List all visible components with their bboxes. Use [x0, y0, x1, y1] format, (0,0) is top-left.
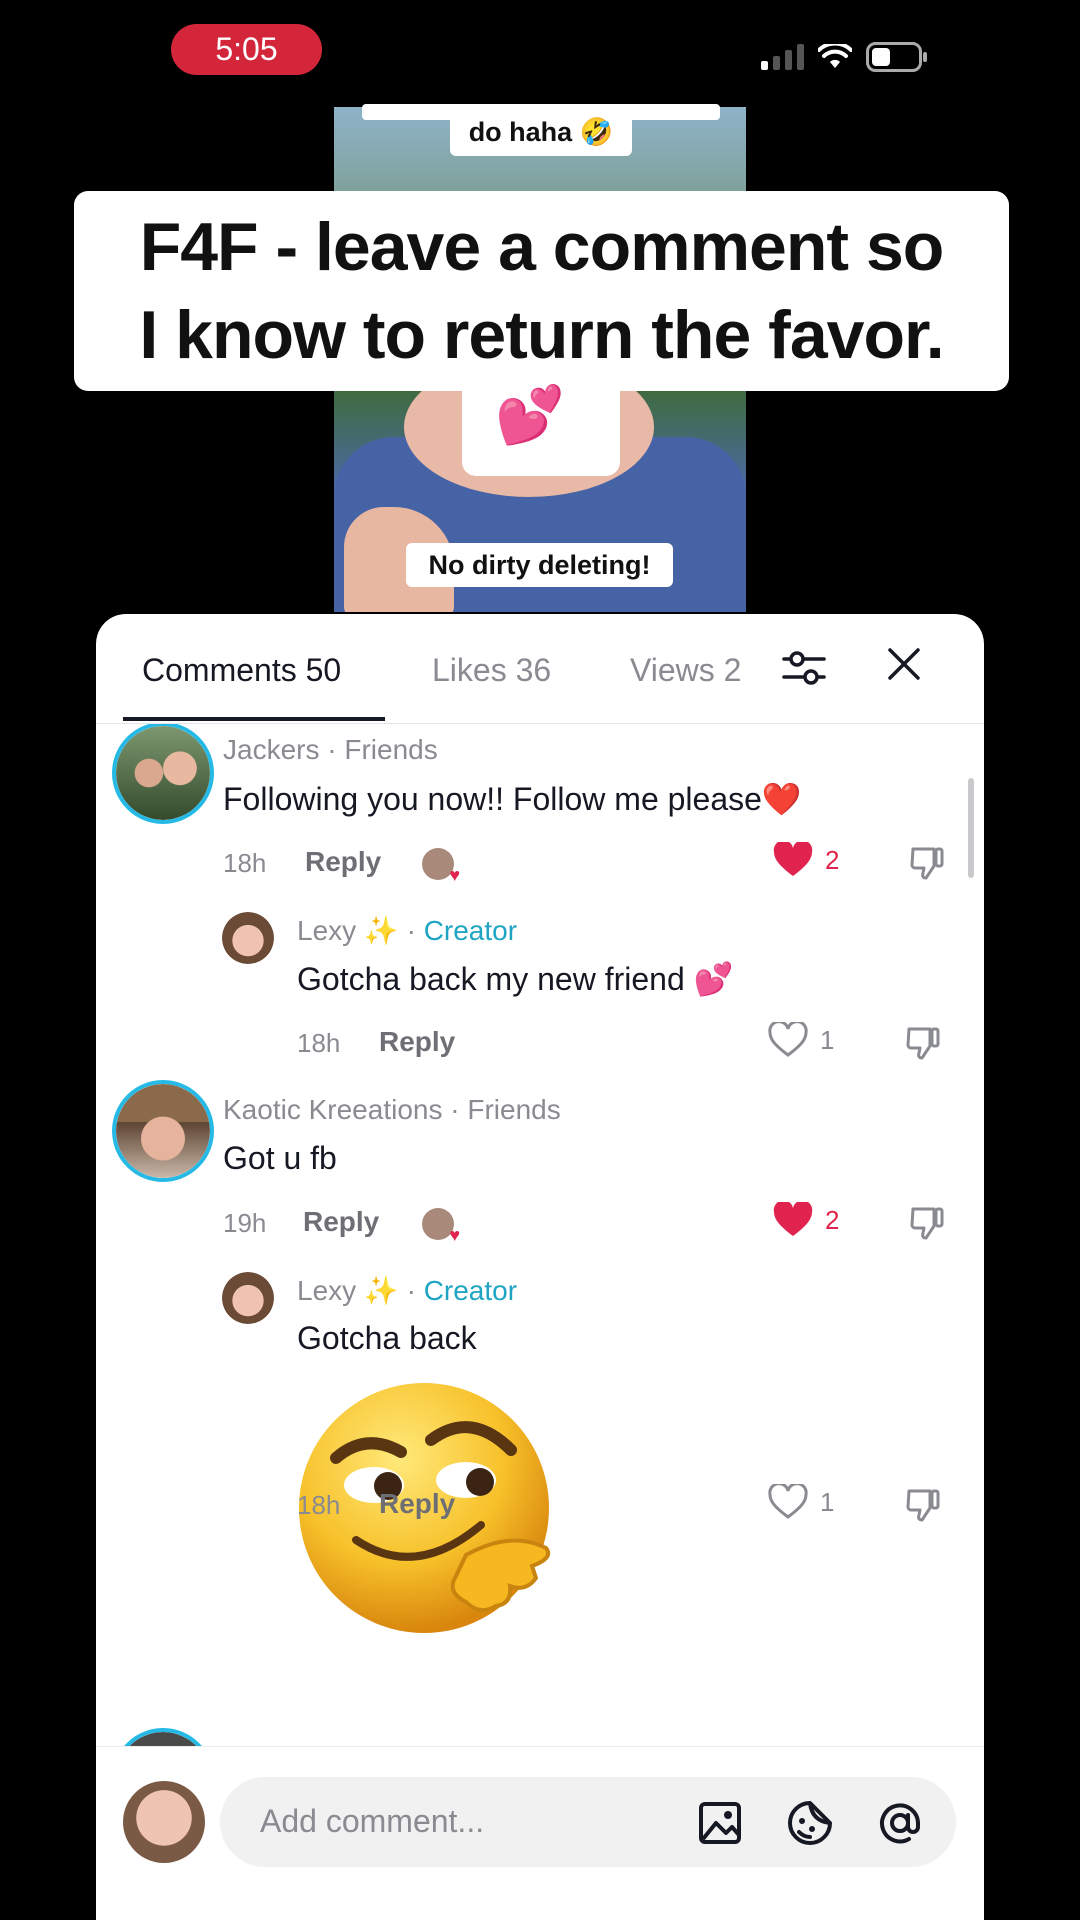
comment-time: 18h [297, 1028, 341, 1058]
dislike-icon[interactable] [908, 1204, 946, 1242]
emoji-sticker-icon[interactable] [786, 1799, 834, 1847]
sliders-icon[interactable] [782, 646, 826, 690]
comment-text: Gotcha back [297, 1320, 477, 1356]
avatar[interactable] [222, 912, 274, 964]
heart-filled-icon [773, 1202, 813, 1236]
comment-author[interactable]: Kaotic Kreeations [223, 1094, 442, 1125]
like-button[interactable]: 2 [773, 842, 839, 878]
comment-meta: Jackers · Friends [223, 734, 438, 765]
heart-icon: ♥ [449, 1225, 460, 1245]
wifi-icon [818, 44, 852, 68]
comment-tag: Friends [467, 1094, 561, 1125]
comment-meta: Kaotic Kreeations · Friends [223, 1094, 561, 1125]
comment-author[interactable]: Jackers [223, 734, 319, 765]
avatar[interactable] [222, 1272, 274, 1324]
tab-comments[interactable]: Comments 50 [142, 652, 341, 689]
heart-icon: ♥ [449, 865, 460, 885]
status-time: 5:05 [171, 24, 322, 75]
reply-button[interactable]: Reply [379, 1488, 455, 1520]
like-count: 2 [825, 1204, 840, 1235]
like-button[interactable]: 2 [773, 1202, 839, 1238]
tab-bar: Comments 50 Likes 36 Views 2 [96, 614, 984, 724]
like-count: 2 [825, 844, 840, 875]
dislike-icon[interactable] [904, 1486, 942, 1524]
status-icons [761, 42, 928, 72]
comments-list: Jackers · Friends Following you now!! Fo… [96, 724, 984, 1746]
video-caption-bottom: No dirty deleting! [406, 543, 673, 587]
heart-outline-icon [768, 1484, 808, 1519]
video-headline-text: F4F - leave a comment so I know to retur… [139, 209, 944, 373]
comment-text: Got u fb [223, 1140, 337, 1176]
avatar[interactable] [112, 724, 214, 824]
comment-time: 19h [223, 1208, 267, 1238]
heart-outline-icon [768, 1022, 808, 1057]
tab-views[interactable]: Views 2 [630, 652, 741, 689]
two-hearts-icon: 💕 [495, 383, 565, 446]
creator-liked-avatar: ♥ [422, 848, 460, 885]
comment-text: Gotcha back my new friend 💕 [297, 961, 734, 997]
comment-author[interactable]: Lexy ✨ [297, 915, 399, 946]
dislike-icon[interactable] [904, 1024, 942, 1062]
like-button[interactable]: 1 [768, 1484, 834, 1520]
comment-author[interactable]: Lexy ✨ [297, 1275, 399, 1306]
comment-text: Following you now!! Follow me please❤️ [223, 781, 802, 817]
active-tab-indicator [123, 717, 385, 721]
heart-filled-icon [773, 842, 813, 876]
creator-liked-avatar: ♥ [422, 1208, 460, 1245]
comment-time: 18h [297, 1490, 341, 1520]
like-count: 1 [820, 1486, 835, 1517]
battery-icon [866, 42, 927, 72]
video-headline: F4F - leave a comment so I know to retur… [74, 191, 1009, 391]
comment-composer: Add comment... [96, 1746, 984, 1920]
dislike-icon[interactable] [908, 844, 946, 882]
creator-badge: Creator [423, 915, 518, 946]
like-button[interactable]: 1 [768, 1022, 834, 1058]
reply-button[interactable]: Reply [303, 1206, 379, 1238]
comment-tag: Friends [344, 734, 438, 765]
comment-meta: Lexy ✨ · Creator [297, 1275, 518, 1306]
comment-meta: Lexy ✨ · Creator [297, 915, 518, 946]
image-icon[interactable] [696, 1799, 744, 1847]
video-caption-top: do haha 🤣 [450, 108, 632, 156]
tab-likes[interactable]: Likes 36 [432, 652, 551, 689]
current-user-avatar [123, 1781, 205, 1863]
close-icon[interactable] [886, 646, 922, 682]
reply-button[interactable]: Reply [379, 1026, 455, 1058]
comment-time: 18h [223, 848, 267, 878]
comments-sheet: Comments 50 Likes 36 Views 2 Jackers · F… [96, 614, 984, 1920]
cellular-signal-icon [761, 44, 804, 70]
avatar[interactable] [112, 1080, 214, 1182]
comment-input-placeholder: Add comment... [260, 1803, 485, 1839]
reply-button[interactable]: Reply [305, 846, 381, 878]
like-count: 1 [820, 1024, 835, 1055]
comment-input[interactable]: Add comment... [220, 1777, 956, 1867]
mention-icon[interactable] [876, 1799, 924, 1847]
avatar[interactable] [112, 1728, 214, 1746]
creator-badge: Creator [423, 1275, 518, 1306]
